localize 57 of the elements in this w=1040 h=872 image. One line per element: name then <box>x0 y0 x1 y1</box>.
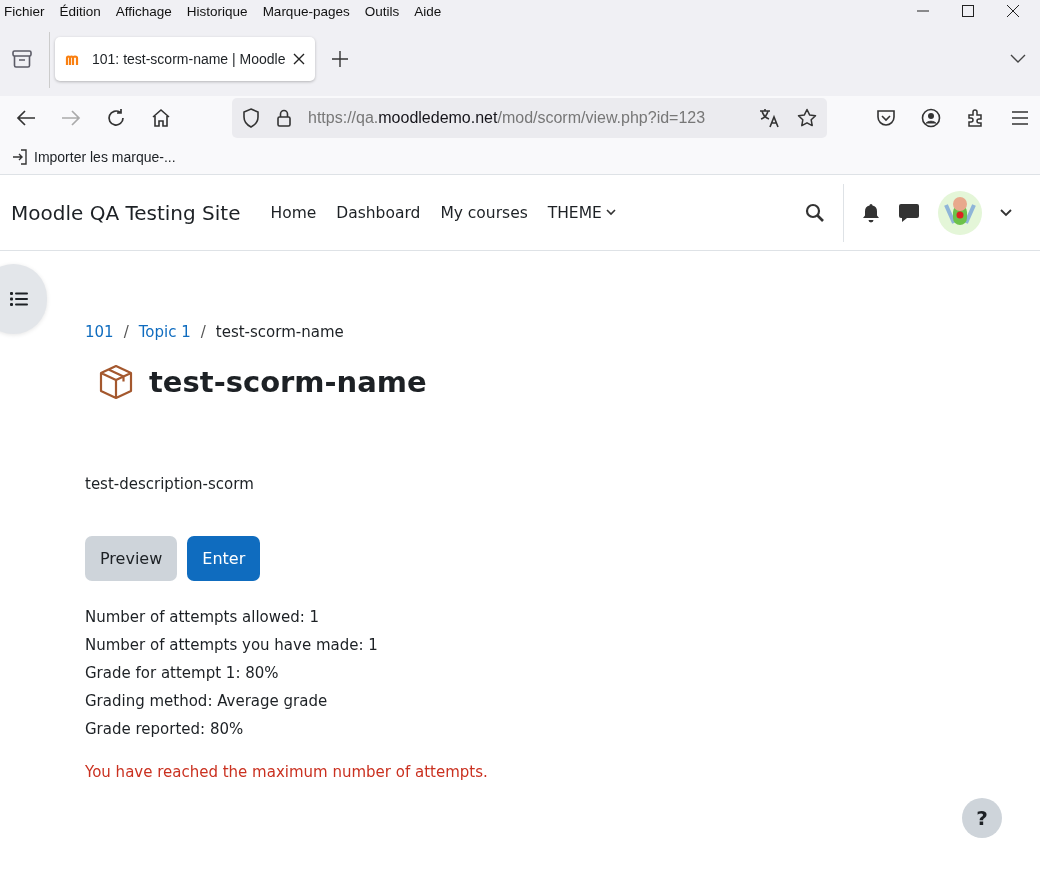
avatar-icon[interactable] <box>938 190 982 235</box>
browser-tab[interactable]: 101: test-scorm-name | Moodle <box>55 37 315 81</box>
caret-icon[interactable] <box>1000 208 1012 217</box>
breadcrumb-link[interactable]: 101 <box>85 323 114 341</box>
attempt-info-text: Number of attempts you have made: 1 <box>85 635 379 656</box>
description-text: test-description-scorm <box>85 475 255 493</box>
attempt-info-text: Number of attempts allowed: 1 <box>85 607 321 628</box>
back-icon[interactable] <box>16 109 36 127</box>
site-name[interactable]: Moodle QA Testing Site <box>11 200 241 225</box>
close-icon[interactable] <box>1006 4 1020 18</box>
close-icon[interactable] <box>293 53 305 65</box>
import-icon <box>12 149 28 165</box>
menu-item[interactable]: Outils <box>364 3 400 19</box>
menu-icon[interactable] <box>1011 111 1029 125</box>
page-title: test-scorm-name <box>149 365 427 399</box>
help-button[interactable]: ? <box>962 798 1002 838</box>
lock-icon <box>276 108 292 128</box>
chat-icon[interactable] <box>898 202 920 223</box>
list-icon <box>10 292 28 306</box>
chevron-down-icon[interactable] <box>1010 54 1026 64</box>
translate-icon[interactable] <box>759 108 781 128</box>
course-index-button[interactable] <box>0 264 47 334</box>
menu-item[interactable]: Aide <box>414 3 442 19</box>
breadcrumb-separator: / <box>200 323 206 341</box>
bookmark-item[interactable]: Importer les marque-... <box>12 149 176 165</box>
breadcrumb-separator: / <box>123 323 129 341</box>
pocket-icon[interactable] <box>876 109 896 127</box>
preview-button[interactable]: Preview <box>85 536 178 581</box>
menu-item[interactable]: Fichier <box>4 3 45 19</box>
address-bar[interactable]: https://qa.moodledemo.net/mod/scorm/view.php?id=123 <box>232 98 827 138</box>
menu-item[interactable]: Historique <box>186 3 248 19</box>
new-tab-icon[interactable] <box>331 50 349 68</box>
nav-link[interactable]: Home <box>270 203 317 222</box>
account-icon[interactable] <box>921 108 941 128</box>
search-icon[interactable] <box>805 202 825 223</box>
home-icon[interactable] <box>151 108 171 128</box>
nav-link[interactable]: My courses <box>440 203 528 222</box>
package-icon <box>97 363 135 401</box>
maximize-icon[interactable] <box>961 4 975 18</box>
menu-item[interactable]: Affichage <box>115 3 172 19</box>
shield-icon[interactable] <box>242 108 260 128</box>
tray-icon[interactable] <box>11 49 33 69</box>
bell-icon[interactable] <box>862 202 880 223</box>
attempt-info-text: Grade reported: 80% <box>85 719 245 740</box>
warning-text: You have reached the maximum number of attempts. <box>85 763 489 781</box>
reload-icon[interactable] <box>106 108 126 128</box>
enter-button[interactable]: Enter <box>187 536 261 581</box>
menu-item[interactable]: Marque-pages <box>262 3 350 19</box>
breadcrumb-link[interactable]: Topic 1 <box>138 323 191 341</box>
star-icon[interactable] <box>797 108 817 128</box>
url-text: https://qa.moodledemo.net/mod/scorm/view.php?id=123 <box>308 109 707 127</box>
attempt-info-text: Grade for attempt 1: 80% <box>85 663 280 684</box>
menu-item[interactable]: Édition <box>59 3 101 19</box>
current-page-text: test-scorm-name <box>215 323 344 341</box>
attempt-info-text: Grading method: Average grade <box>85 691 329 712</box>
nav-link[interactable]: THEME <box>547 203 616 222</box>
nav-link[interactable]: Dashboard <box>336 203 421 222</box>
